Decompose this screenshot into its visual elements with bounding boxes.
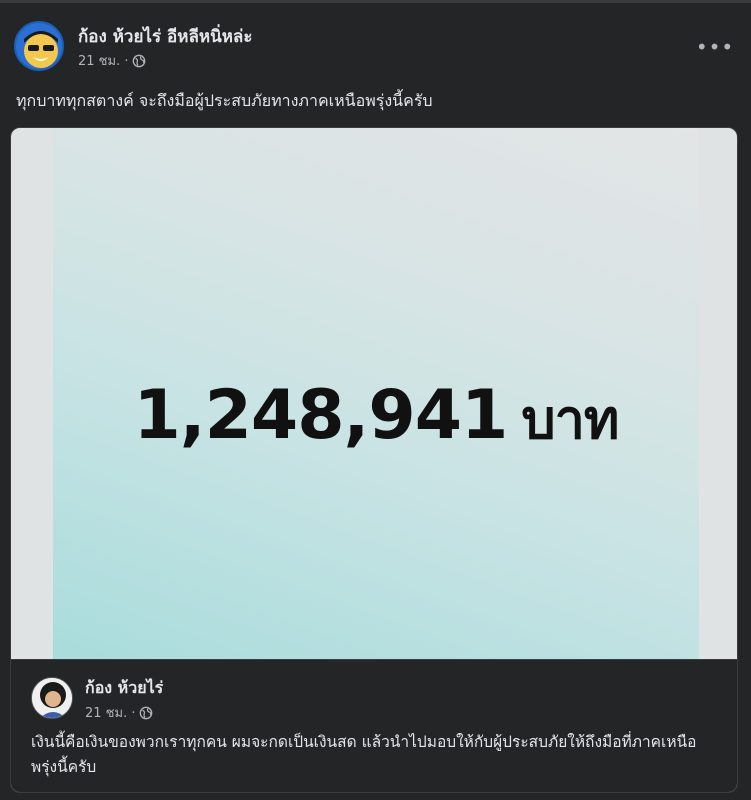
post-meta: 21 ชม. · bbox=[78, 50, 146, 71]
more-options-button[interactable]: ••• bbox=[696, 31, 733, 63]
shared-post-meta: 21 ชม. · bbox=[85, 702, 153, 723]
shared-card[interactable]: 1,248,941 บาท ก้อง ห้วยไร่ 21 ชม. · เงิน… bbox=[10, 127, 738, 793]
shared-author-avatar[interactable] bbox=[31, 677, 73, 719]
shared-post-time[interactable]: 21 ชม. · bbox=[85, 702, 135, 723]
post-time[interactable]: 21 ชม. · bbox=[78, 50, 128, 71]
post-text: ทุกบาททุกสตางค์ จะถึงมือผู้ประสบภัยทางภา… bbox=[16, 91, 433, 110]
shared-author-name[interactable]: ก้อง ห้วยไร่ bbox=[85, 676, 163, 701]
globe-icon bbox=[140, 706, 153, 719]
globe-icon bbox=[133, 54, 146, 67]
post-header: ก้อง ห้วยไร่ อีหลีหนิ่หล่ะ 21 ชม. · ••• bbox=[14, 21, 737, 75]
amount-unit: บาท bbox=[521, 388, 619, 451]
author-name[interactable]: ก้อง ห้วยไร่ อีหลีหนิ่หล่ะ bbox=[78, 23, 252, 50]
author-avatar[interactable] bbox=[14, 21, 64, 71]
amount-number: 1,248,941 bbox=[133, 376, 508, 455]
donation-image[interactable]: 1,248,941 บาท bbox=[53, 128, 699, 659]
donation-amount: 1,248,941 บาท bbox=[53, 376, 699, 462]
shared-post-text: เงินนี้คือเงินของพวกเราทุกคน ผมจะกดเป็นเ… bbox=[31, 733, 697, 776]
facebook-post: ก้อง ห้วยไร่ อีหลีหนิ่หล่ะ 21 ชม. · ••• … bbox=[0, 0, 751, 800]
shared-avatar-image bbox=[32, 678, 72, 718]
shared-post: ก้อง ห้วยไร่ 21 ชม. · เงินนี้คือเงินของพ… bbox=[11, 659, 737, 792]
author-avatar-image bbox=[16, 23, 62, 69]
